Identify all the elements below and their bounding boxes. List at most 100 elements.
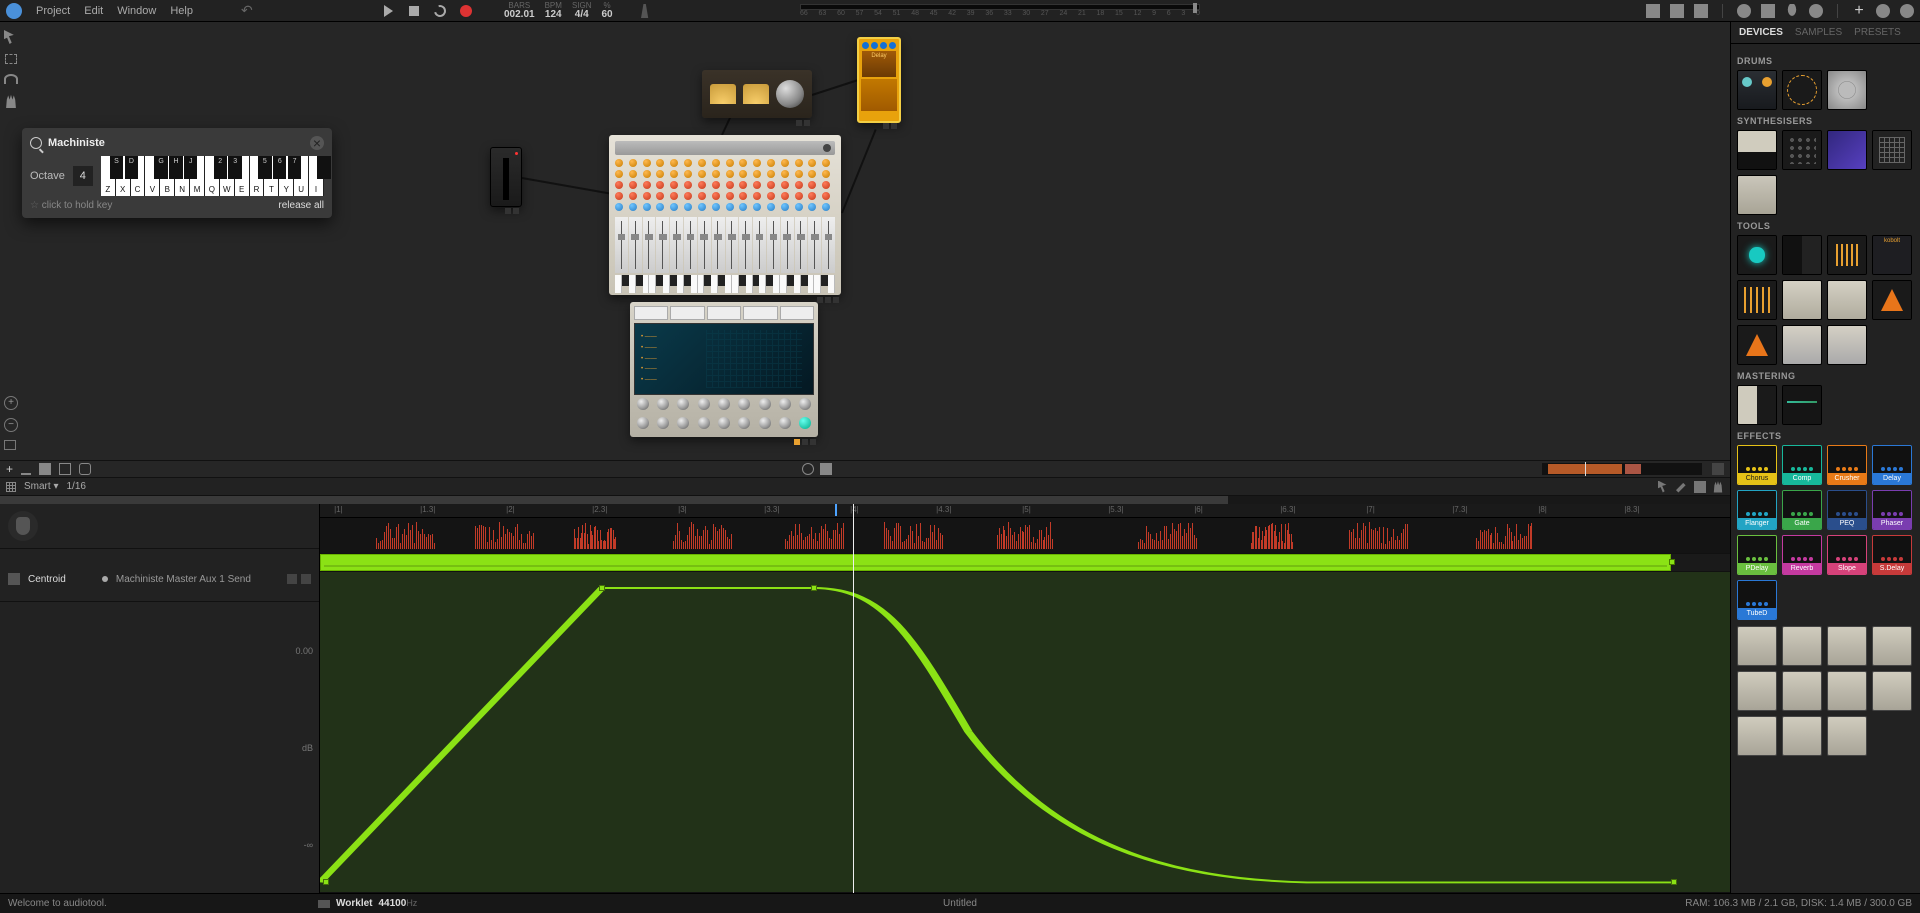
snap-mode[interactable]: Smart ▾ <box>24 481 58 492</box>
device-mixer[interactable] <box>609 135 841 295</box>
midi-clip[interactable] <box>320 554 1671 571</box>
effect-thumb[interactable]: Slope <box>1827 535 1867 575</box>
view-mode-1-icon[interactable] <box>1646 4 1660 18</box>
octave-value[interactable]: 4 <box>73 166 93 186</box>
device-thumb[interactable] <box>1872 671 1912 711</box>
menu-project[interactable]: Project <box>36 5 70 17</box>
track-name[interactable]: Centroid <box>28 574 66 585</box>
mini-keyboard[interactable]: SDGHJ23567 ZXCVBNMQWERTYUI <box>101 156 324 196</box>
playhead[interactable] <box>853 504 854 893</box>
close-icon[interactable]: × <box>310 136 324 150</box>
user-avatar[interactable] <box>6 3 22 19</box>
device-thumb[interactable] <box>1737 130 1777 170</box>
edit-eraser-tool[interactable] <box>1694 481 1706 493</box>
effect-thumb[interactable]: PEQ <box>1827 490 1867 530</box>
loop-marker[interactable] <box>835 504 837 516</box>
effect-thumb[interactable]: Delay <box>1872 445 1912 485</box>
device-thumb[interactable] <box>1782 385 1822 425</box>
clock-small-icon[interactable] <box>802 463 814 475</box>
device-thumb[interactable] <box>1872 626 1912 666</box>
effect-thumb[interactable]: Phaser <box>1872 490 1912 530</box>
bpm-value[interactable]: 124 <box>545 10 562 20</box>
device-amp[interactable] <box>702 70 812 118</box>
undo-icon[interactable]: ↶ <box>241 2 253 19</box>
seq-horizontal-scrollbar[interactable] <box>0 496 1730 504</box>
project-title[interactable]: Untitled <box>943 898 977 909</box>
effect-thumb[interactable]: S.Delay <box>1872 535 1912 575</box>
effect-thumb[interactable]: Gate <box>1782 490 1822 530</box>
effect-thumb[interactable]: Reverb <box>1782 535 1822 575</box>
device-thumb[interactable] <box>1872 235 1912 275</box>
device-thumb[interactable] <box>1782 280 1822 320</box>
device-thumb[interactable] <box>1872 280 1912 320</box>
device-thumb[interactable] <box>1737 626 1777 666</box>
piano-key[interactable]: N <box>175 156 190 196</box>
zoom-out-button[interactable]: − <box>4 418 18 432</box>
sign-value[interactable]: 4/4 <box>575 10 589 20</box>
marquee-tool[interactable] <box>5 54 17 64</box>
effect-thumb[interactable]: Chorus <box>1737 445 1777 485</box>
piano-key[interactable]: U <box>294 156 309 196</box>
overview-map[interactable] <box>1542 463 1702 475</box>
hand-tool[interactable] <box>4 94 18 108</box>
device-thumb[interactable] <box>1827 130 1867 170</box>
device-synth[interactable]: • ——• ——• ——• ——• —— <box>630 302 818 437</box>
device-thumb[interactable] <box>1872 130 1912 170</box>
bars-value[interactable]: 002.01 <box>504 10 535 20</box>
effect-thumb[interactable]: PDelay <box>1737 535 1777 575</box>
add-track-icon[interactable]: + <box>6 462 13 476</box>
pct-value[interactable]: 60 <box>602 10 613 20</box>
device-thumb[interactable] <box>1827 70 1867 110</box>
piano-key[interactable]: I <box>309 156 324 196</box>
seq-tool-3[interactable] <box>59 463 71 475</box>
piano-key[interactable]: Q <box>205 156 220 196</box>
effect-thumb[interactable]: Crusher <box>1827 445 1867 485</box>
loop-button[interactable] <box>432 3 448 19</box>
menu-edit[interactable]: Edit <box>84 5 103 17</box>
mic-icon[interactable] <box>1785 4 1799 18</box>
tab-devices[interactable]: DEVICES <box>1739 27 1783 38</box>
automation-point[interactable] <box>1671 879 1677 885</box>
device-thumb[interactable] <box>1737 671 1777 711</box>
piano-key[interactable]: C <box>131 156 146 196</box>
release-all[interactable]: release all <box>278 200 324 211</box>
midi-keyboard-popover[interactable]: Machiniste × Octave 4 SDGHJ23567 ZXCVBNM… <box>22 128 332 218</box>
piano-key[interactable]: W <box>220 156 235 196</box>
device-thumb[interactable] <box>1737 716 1777 756</box>
piano-key[interactable]: T <box>264 156 279 196</box>
piano-key[interactable]: X <box>116 156 131 196</box>
record-button[interactable] <box>458 3 474 19</box>
edit-pointer-tool[interactable] <box>1658 481 1670 493</box>
piano-key[interactable]: E <box>235 156 250 196</box>
clip-end-handle[interactable] <box>1669 559 1675 565</box>
automation-track[interactable] <box>320 572 1730 893</box>
seq-tool-1[interactable] <box>21 463 31 475</box>
note-track[interactable] <box>320 554 1730 572</box>
help-icon[interactable] <box>1876 4 1890 18</box>
effect-thumb[interactable]: Comp <box>1782 445 1822 485</box>
settings-icon[interactable] <box>1809 4 1823 18</box>
zoom-in-button[interactable]: + <box>4 396 18 410</box>
audio-track[interactable] <box>320 518 1730 554</box>
metronome-icon[interactable] <box>639 4 651 18</box>
pointer-tool[interactable] <box>4 30 18 44</box>
solo-button[interactable] <box>301 574 311 584</box>
device-thumb[interactable] <box>1782 716 1822 756</box>
device-thumb[interactable] <box>1782 325 1822 365</box>
device-thumb[interactable] <box>1782 130 1822 170</box>
effect-thumb[interactable]: TubeD <box>1737 580 1777 620</box>
device-pedal[interactable]: Delay <box>857 37 901 123</box>
device-fader[interactable] <box>490 147 522 207</box>
device-thumb[interactable] <box>1737 325 1777 365</box>
mute-button[interactable] <box>287 574 297 584</box>
seq-tool-4[interactable] <box>79 463 91 475</box>
device-thumb[interactable] <box>1827 626 1867 666</box>
play-button[interactable] <box>380 3 396 19</box>
view-mode-3-icon[interactable] <box>1694 4 1708 18</box>
device-thumb[interactable] <box>1737 280 1777 320</box>
track-active-dot[interactable] <box>102 576 108 582</box>
add-icon[interactable]: + <box>1852 4 1866 18</box>
output-level-meter[interactable]: 6663605754514845423936333027242118151296… <box>800 4 1200 18</box>
track-icon[interactable] <box>8 511 38 541</box>
clock-icon[interactable] <box>1900 4 1914 18</box>
